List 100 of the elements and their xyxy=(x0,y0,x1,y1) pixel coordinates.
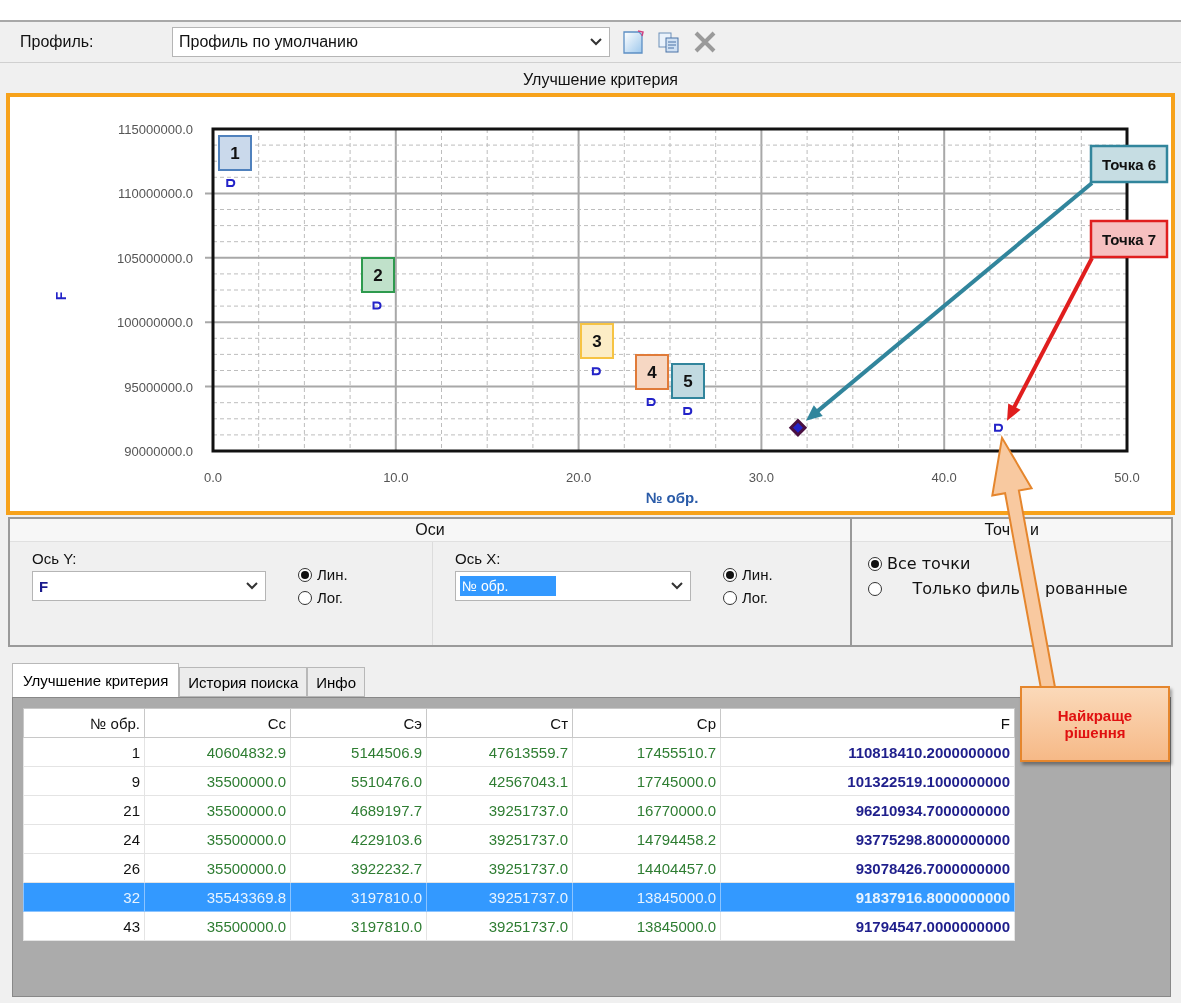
radio-button[interactable] xyxy=(868,556,882,571)
table-row[interactable]: 21 35500000.0 4689197.7 39251737.0 16770000.0 96210934.7000000000 xyxy=(23,795,1015,825)
axis-dropdown[interactable]: F xyxy=(32,571,266,601)
callout-label: Найкраще рішення xyxy=(1020,686,1170,762)
table-cell: 91837916.8000000000 xyxy=(720,882,1015,912)
tick-label: 90000000.0 xyxy=(124,444,193,459)
tick-label: 10.0 xyxy=(383,470,409,485)
point-label: Точка 6 xyxy=(1089,144,1169,184)
table-cell: 24 xyxy=(23,824,145,854)
tick-label: 50.0 xyxy=(1114,470,1140,485)
tick-label: 110000000.0 xyxy=(118,186,193,202)
tab[interactable]: Инфо xyxy=(307,667,365,697)
table-cell: 93775298.8000000000 xyxy=(720,824,1015,854)
table-cell: 93078426.7000000000 xyxy=(720,853,1015,883)
point-label: Точка 7 xyxy=(1089,219,1169,259)
table-cell: 13845000.0 xyxy=(572,911,721,941)
table-cell: 35500000.0 xyxy=(144,766,291,796)
panel-title: и xyxy=(1030,521,1039,539)
column-header[interactable]: Ср xyxy=(572,708,721,738)
axis-title: F xyxy=(53,291,69,301)
option-label[interactable]: Лог. xyxy=(317,589,343,606)
data-point xyxy=(994,423,1004,432)
profile-dropdown[interactable]: Профиль по умолчанию xyxy=(172,27,610,57)
data-point xyxy=(683,407,693,416)
table-cell: 3197810.0 xyxy=(290,882,427,912)
table-row[interactable]: 1 40604832.9 5144506.9 47613559.7 17455510.7 110818410.2000000000 xyxy=(23,737,1015,767)
data-point xyxy=(372,301,382,310)
chart-title: Улучшение критерия xyxy=(523,71,678,89)
table-row[interactable]: 9 35500000.0 5510476.0 42567043.1 17745000.0 101322519.1000000000 xyxy=(23,766,1015,796)
column-header[interactable]: № обр. xyxy=(23,708,145,738)
chevron-icon[interactable] xyxy=(670,581,684,591)
column-header[interactable]: F xyxy=(720,708,1015,738)
table-cell: 5510476.0 xyxy=(290,766,427,796)
column-header[interactable]: Ст xyxy=(426,708,573,738)
option-label[interactable]: Лин. xyxy=(742,566,773,583)
option-label[interactable]: Лин. xyxy=(317,566,348,583)
radio-button[interactable] xyxy=(298,590,312,605)
table-cell: 9 xyxy=(23,766,145,796)
radio-button[interactable] xyxy=(723,590,737,605)
point-label: 2 xyxy=(361,257,395,293)
chevron-icon[interactable] xyxy=(589,37,603,47)
table-cell: 101322519.1000000000 xyxy=(720,766,1015,796)
tab[interactable]: Улучшение критерия xyxy=(12,663,180,697)
table-cell: 35500000.0 xyxy=(144,824,291,854)
chevron-icon[interactable] xyxy=(245,581,259,591)
table-row[interactable]: 26 35500000.0 3922232.7 39251737.0 14404457.0 93078426.7000000000 xyxy=(23,853,1015,883)
point-label: 4 xyxy=(635,354,669,390)
column-header[interactable]: Сс xyxy=(144,708,291,738)
option-label[interactable]: Только филь xyxy=(887,579,1020,598)
point-label: 1 xyxy=(218,135,252,171)
table-cell: 47613559.7 xyxy=(426,737,573,767)
table-cell: 3922232.7 xyxy=(290,853,427,883)
data-point xyxy=(591,367,601,376)
table-cell: 43 xyxy=(23,911,145,941)
table-cell: 21 xyxy=(23,795,145,825)
table-cell: 5144506.9 xyxy=(290,737,427,767)
table-cell: 3197810.0 xyxy=(290,911,427,941)
selected-point xyxy=(788,418,808,437)
table-cell: 17745000.0 xyxy=(572,766,721,796)
radio-button[interactable] xyxy=(868,581,882,596)
panel-title: Оси xyxy=(415,521,445,539)
table-row[interactable]: 24 35500000.0 4229103.6 39251737.0 14794458.2 93775298.8000000000 xyxy=(23,824,1015,854)
table-cell: 17455510.7 xyxy=(572,737,721,767)
table-cell: 40604832.9 xyxy=(144,737,291,767)
profile-label: Профиль: xyxy=(20,33,95,51)
point-label: 5 xyxy=(671,363,705,399)
table-cell: 14404457.0 xyxy=(572,853,721,883)
option-label[interactable]: Все точки xyxy=(887,554,971,573)
tick-label: 115000000.0 xyxy=(118,122,193,137)
table-cell: 1 xyxy=(23,737,145,767)
option-label[interactable]: Лог. xyxy=(742,589,768,606)
tick-label: 40.0 xyxy=(931,470,957,485)
data-point xyxy=(226,179,236,188)
tick-label: 100000000.0 xyxy=(117,315,193,331)
tick-label: 30.0 xyxy=(748,470,775,485)
table-cell: 39251737.0 xyxy=(426,795,573,825)
tick-label: 20.0 xyxy=(565,470,592,485)
radio-button[interactable] xyxy=(723,567,737,582)
table-cell: 39251737.0 xyxy=(426,824,573,854)
table-cell: 4229103.6 xyxy=(290,824,427,854)
tick-label: 95000000.0 xyxy=(124,379,193,395)
table-cell: 26 xyxy=(23,853,145,883)
column-header[interactable]: Сэ xyxy=(290,708,427,738)
data-point xyxy=(646,398,656,407)
table-cell: 35500000.0 xyxy=(144,853,291,883)
table-row[interactable]: 43 35500000.0 3197810.0 39251737.0 13845000.0 91794547.0000000000 xyxy=(23,911,1015,941)
radio-button[interactable] xyxy=(298,567,312,582)
table-cell: 110818410.2000000000 xyxy=(720,737,1015,767)
table-cell: 14794458.2 xyxy=(572,824,721,854)
tab[interactable]: История поиска xyxy=(179,667,308,697)
table-cell: 35500000.0 xyxy=(144,911,291,941)
table-cell: 32 xyxy=(23,882,145,912)
option-label[interactable]: рованные xyxy=(1045,579,1128,598)
table-cell: 35500000.0 xyxy=(144,795,291,825)
new-document-icon[interactable] xyxy=(620,29,646,55)
table-cell: 16770000.0 xyxy=(572,795,721,825)
table-cell: 35543369.8 xyxy=(144,882,291,912)
table-cell: 91794547.0000000000 xyxy=(720,911,1015,941)
table-cell: 13845000.0 xyxy=(572,882,721,912)
table-cell: 96210934.7000000000 xyxy=(720,795,1015,825)
